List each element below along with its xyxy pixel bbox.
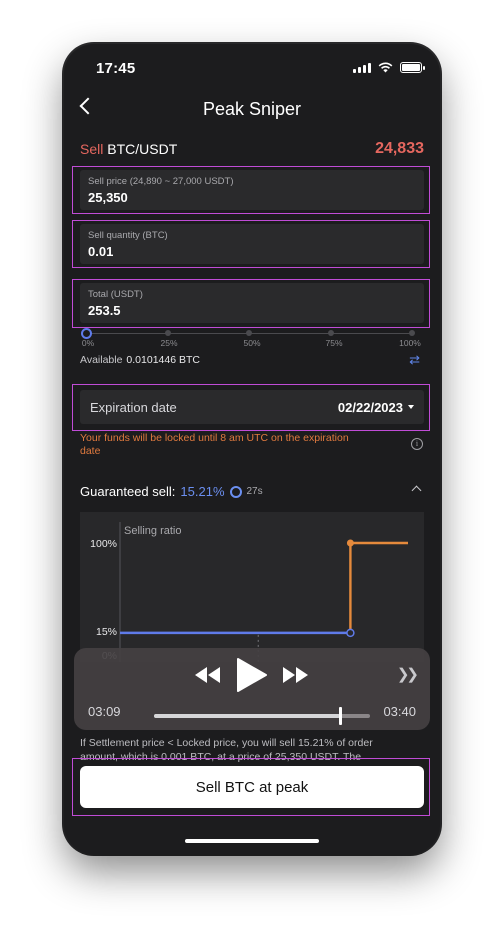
trading-pair: Sell BTC/USDT	[80, 141, 177, 157]
slider-mark: 0%	[81, 338, 95, 348]
guaranteed-sell: Guaranteed sell: 15.21% 27s	[80, 484, 263, 499]
caret-down-icon	[408, 405, 414, 409]
wifi-icon	[378, 62, 393, 73]
last-price: 24,833	[375, 140, 424, 157]
swap-icon[interactable]: ⇄	[409, 352, 420, 368]
countdown-ring-icon	[229, 485, 242, 498]
slider-stop-75[interactable]	[327, 330, 334, 336]
sell-price-label: Sell price (24,890 ~ 27,000 USDT)	[88, 176, 234, 187]
skip-forward-icon[interactable]: ❯❯	[397, 665, 419, 683]
sell-quantity-value[interactable]: 0.01	[88, 244, 113, 259]
status-icons	[353, 62, 425, 73]
slider-mark: 25%	[160, 338, 178, 348]
chart-svg: Selling ratio100%15%0%	[90, 522, 408, 662]
info-icon[interactable]: i	[411, 438, 423, 450]
home-indicator[interactable]	[185, 839, 319, 843]
guaranteed-percent: 15.21%	[180, 484, 225, 499]
sell-price-field[interactable]: Sell price (24,890 ~ 27,000 USDT) 25,350	[80, 170, 424, 210]
available-label: Available	[80, 354, 123, 366]
app-screen: 17:45 Peak Sniper Sell BTC/USDT 24,833 S…	[64, 44, 440, 854]
expiration-value[interactable]: 02/22/2023	[338, 400, 414, 415]
countdown-time: 27s	[246, 486, 263, 497]
lock-warning: Your funds will be locked until 8 am UTC…	[80, 432, 349, 457]
player-scrubber[interactable]	[338, 707, 342, 725]
slider-mark: 50%	[243, 338, 261, 348]
chart-y-tick: 15%	[96, 626, 117, 638]
sell-quantity-field[interactable]: Sell quantity (BTC) 0.01	[80, 224, 424, 264]
battery-icon	[400, 62, 425, 73]
expiration-date: 02/22/2023	[337, 399, 403, 415]
chart-y-label: Selling ratio	[124, 525, 181, 537]
page-title: Peak Sniper	[202, 99, 302, 119]
slider-stop-50[interactable]	[246, 330, 252, 336]
status-time: 17:45	[96, 60, 136, 77]
slider-mark: 100%	[399, 338, 421, 348]
expiration-selector[interactable]: Expiration date 02/22/2023	[80, 390, 424, 424]
pair-symbol: BTC/USDT	[107, 141, 178, 157]
chart-y-tick: 100%	[90, 538, 117, 550]
pair-row: Sell BTC/USDT 24,833	[80, 140, 424, 158]
total-value[interactable]: 253.5	[88, 303, 121, 318]
phone-frame: 17:45 Peak Sniper Sell BTC/USDT 24,833 S…	[64, 44, 440, 854]
slider-marks: 0% 25% 50% 75% 100%	[78, 338, 424, 350]
duration-time: 03:40	[383, 704, 416, 719]
slider-stop-25[interactable]	[164, 330, 171, 336]
player-controls	[74, 658, 430, 692]
player-progress[interactable]	[154, 707, 370, 725]
fast-forward-icon[interactable]	[282, 667, 310, 683]
chart-point	[346, 628, 355, 638]
slider-stop-100[interactable]	[409, 330, 415, 336]
chart-point	[346, 539, 354, 547]
collapse-chevron-icon[interactable]	[411, 485, 422, 496]
total-field[interactable]: Total (USDT) 253.5	[80, 283, 424, 323]
sell-quantity-label: Sell quantity (BTC)	[88, 230, 168, 241]
total-label: Total (USDT)	[88, 289, 143, 300]
elapsed-time: 03:09	[88, 704, 121, 719]
sell-price-value[interactable]: 25,350	[88, 190, 128, 205]
rewind-icon[interactable]	[194, 667, 222, 683]
media-player: ❯❯ 03:09 03:40	[74, 648, 430, 730]
chart-series-line	[349, 541, 408, 633]
player-progress-fill	[154, 714, 340, 718]
available-balance: Available 0.0101446 BTC	[80, 354, 200, 366]
side-label: Sell	[80, 141, 104, 157]
available-value: 0.0101446 BTC	[126, 354, 200, 366]
selling-ratio-chart: Selling ratio100%15%0%	[80, 512, 424, 662]
expiration-label: Expiration date	[90, 399, 177, 415]
signal-icon	[353, 63, 371, 73]
sell-at-peak-button[interactable]: Sell BTC at peak	[80, 766, 424, 808]
slider-mark: 75%	[325, 338, 343, 348]
guaranteed-label: Guaranteed sell:	[80, 484, 176, 499]
play-icon[interactable]	[236, 658, 268, 692]
